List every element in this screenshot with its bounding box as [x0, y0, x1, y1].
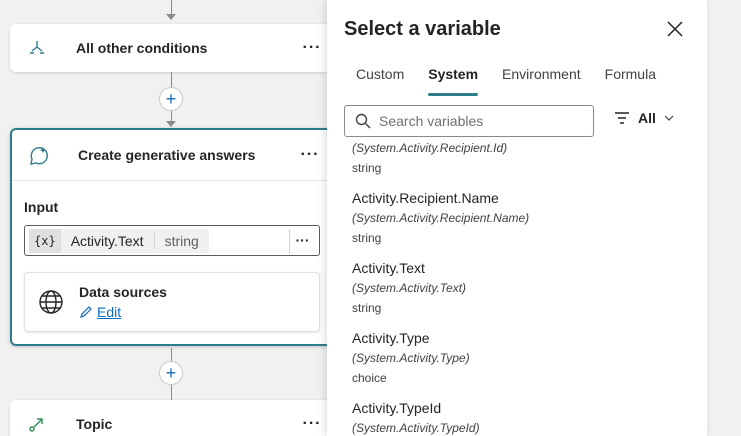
node-title: Topic: [76, 416, 113, 432]
filter-label: All: [638, 110, 656, 126]
variable-path: (System.Activity.Recipient.Name): [352, 211, 530, 225]
variable-name: Activity.Recipient.Name: [352, 190, 499, 206]
divider: [12, 180, 332, 181]
data-sources-card: Data sources Edit: [24, 272, 320, 332]
panel-title: Select a variable: [344, 18, 501, 40]
connector-arrow: [166, 121, 176, 127]
node-create-generative-answers[interactable]: Create generative answers ··· Input {x} …: [10, 128, 334, 346]
variable-path: (System.Activity.TypeId): [352, 421, 480, 435]
node-title: All other conditions: [76, 40, 208, 56]
variable-path: (System.Activity.Type): [352, 351, 470, 365]
more-options-button[interactable]: ···: [298, 415, 326, 433]
variable-name: Activity.Type: [352, 330, 430, 346]
globe-icon: [39, 290, 63, 314]
node-all-other-conditions[interactable]: All other conditions ···: [10, 24, 334, 72]
variable-chip[interactable]: {x} Activity.Text string: [29, 228, 209, 253]
variable-name: Activity.TypeId: [352, 400, 442, 416]
variable-type: choice: [352, 371, 387, 385]
tab-custom[interactable]: Custom: [344, 66, 416, 96]
list-item[interactable]: Activity.Type (System.Activity.Type) cho…: [327, 318, 707, 388]
filter-dropdown[interactable]: All: [614, 110, 674, 126]
tab-system[interactable]: System: [416, 66, 490, 96]
input-label: Input: [24, 199, 59, 215]
pencil-icon: [80, 306, 92, 318]
input-variable-field[interactable]: {x} Activity.Text string ···: [24, 225, 320, 256]
variable-icon: {x}: [29, 228, 61, 253]
edit-data-sources-link[interactable]: Edit: [79, 304, 167, 320]
add-node-button[interactable]: +: [159, 87, 183, 111]
list-item[interactable]: Activity.Recipient.Name (System.Activity…: [327, 178, 707, 248]
node-title: Create generative answers: [78, 147, 256, 163]
search-icon: [355, 113, 371, 129]
add-node-button[interactable]: +: [159, 361, 183, 385]
search-box[interactable]: [344, 105, 594, 137]
list-item[interactable]: Activity.TypeId (System.Activity.TypeId): [327, 388, 707, 436]
select-variable-panel: Select a variable Custom System Environm…: [327, 0, 707, 436]
close-icon: [667, 21, 683, 37]
generative-answers-icon: [26, 142, 52, 168]
close-button[interactable]: [663, 17, 687, 41]
variable-type: string: [352, 301, 382, 315]
edit-link-label[interactable]: Edit: [97, 304, 121, 320]
filter-icon: [615, 112, 629, 124]
variable-name: Activity.Text: [61, 232, 155, 249]
chevron-down-icon: [664, 115, 674, 121]
tab-formula[interactable]: Formula: [593, 66, 668, 96]
connector-arrow: [166, 14, 176, 20]
list-item[interactable]: Activity.Text (System.Activity.Text) str…: [327, 248, 707, 318]
variable-path: (System.Activity.Recipient.Id): [352, 141, 508, 155]
condition-branch-icon: [24, 35, 50, 61]
search-input[interactable]: [379, 113, 579, 129]
more-options-button[interactable]: ···: [298, 39, 326, 57]
data-sources-title: Data sources: [79, 284, 167, 300]
variable-type: string: [352, 231, 382, 245]
variable-type: string: [164, 232, 199, 249]
list-item[interactable]: (System.Activity.Recipient.Id) string: [327, 138, 707, 178]
variable-list[interactable]: (System.Activity.Recipient.Id) string Ac…: [327, 138, 707, 436]
variable-type: string: [352, 161, 382, 175]
more-options-button[interactable]: ···: [296, 146, 324, 164]
variable-name: Activity.Text: [352, 260, 425, 276]
tab-environment[interactable]: Environment: [490, 66, 593, 96]
node-topic[interactable]: Topic ···: [10, 400, 334, 436]
topic-redirect-icon: [24, 411, 50, 436]
input-more-button[interactable]: ···: [289, 228, 315, 253]
variable-tabs: Custom System Environment Formula: [344, 66, 668, 96]
variable-path: (System.Activity.Text): [352, 281, 467, 295]
